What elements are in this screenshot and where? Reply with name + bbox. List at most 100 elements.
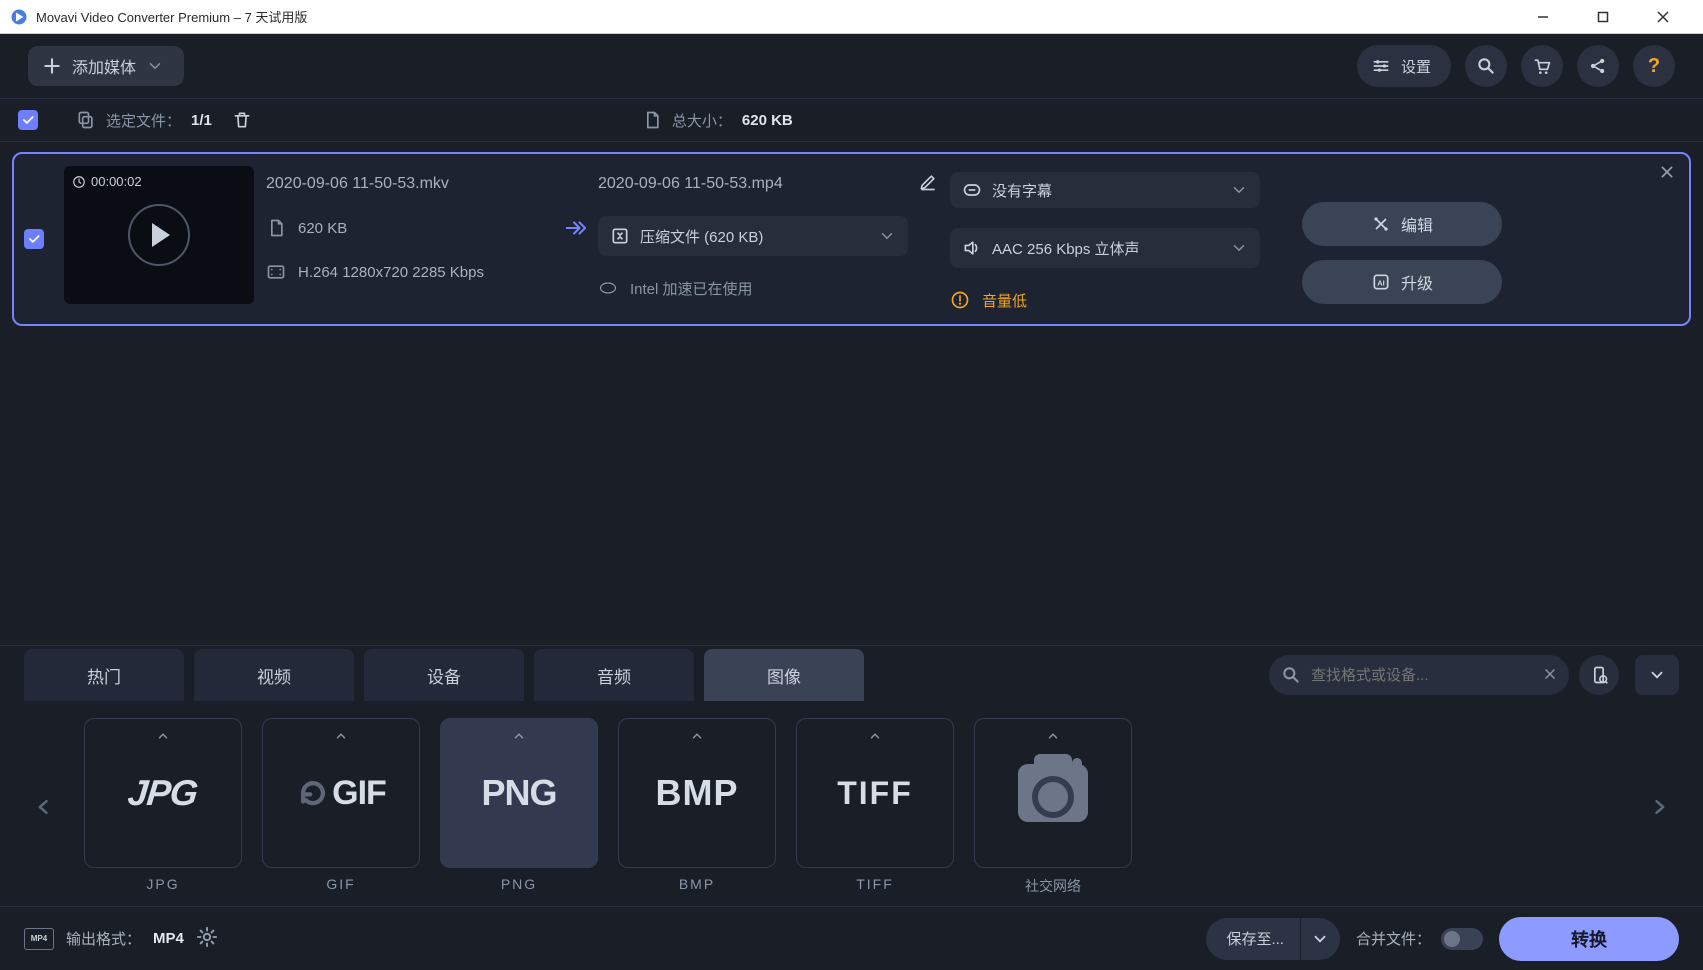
svg-text:AI: AI (1377, 278, 1385, 287)
delete-button[interactable] (226, 104, 258, 136)
format-jpg-card[interactable]: JPG (84, 718, 242, 868)
save-to-dropdown[interactable] (1300, 918, 1340, 960)
target-filename: 2020-09-06 11-50-53.mp4 (598, 175, 783, 193)
arrow-right-icon (564, 217, 586, 239)
share-icon (1588, 56, 1608, 76)
tab-device[interactable]: 设备 (364, 649, 524, 701)
remove-file-button[interactable] (1659, 164, 1675, 185)
selection-bar: 选定文件： 1/1 总大小： 620 KB (0, 98, 1703, 142)
format-caption: GIF (326, 876, 355, 892)
format-bmp-card[interactable]: BMP (618, 718, 776, 868)
convert-button[interactable]: 转换 (1499, 917, 1679, 961)
format-gif: GIF GIF (262, 718, 420, 896)
selected-files-value: 1/1 (191, 112, 212, 129)
selected-files-label: 选定文件： (106, 110, 181, 131)
chevron-down-icon (1648, 666, 1666, 684)
merge-toggle[interactable] (1441, 928, 1483, 950)
format-tabs: 热门 视频 设备 音频 图像 (0, 646, 1703, 704)
tab-image[interactable]: 图像 (704, 649, 864, 701)
chevron-up-icon (688, 729, 706, 748)
save-to-button[interactable]: 保存至... (1206, 918, 1340, 960)
window-close-button[interactable] (1633, 0, 1693, 34)
accel-label: Intel 加速已在使用 (630, 278, 753, 299)
file-item[interactable]: 00:00:02 2020-09-06 11-50-53.mkv 620 KB … (12, 152, 1691, 326)
save-to-label: 保存至... (1226, 928, 1284, 949)
format-gif-card[interactable]: GIF (262, 718, 420, 868)
video-thumbnail[interactable]: 00:00:02 (64, 166, 254, 304)
format-search[interactable] (1269, 655, 1569, 695)
upgrade-button[interactable]: AI 升级 (1302, 260, 1502, 304)
video-codec-icon (266, 262, 286, 282)
ai-icon: AI (1371, 272, 1391, 292)
format-tiff: TIFF TIFF (796, 718, 954, 896)
convert-label: 转换 (1571, 926, 1607, 952)
format-caption: PNG (501, 876, 537, 892)
output-format-value: MP4 (153, 930, 184, 947)
gear-icon (196, 926, 218, 948)
formats-prev-button[interactable] (24, 718, 64, 896)
chevron-down-icon (1230, 181, 1248, 199)
search-icon (1281, 665, 1301, 685)
compress-dropdown[interactable]: 压缩文件 (620 KB) (598, 216, 908, 256)
source-column: 2020-09-06 11-50-53.mkv 620 KB H.264 128… (266, 166, 586, 284)
title-bar: Movavi Video Converter Premium – 7 天试用版 (0, 0, 1703, 34)
sliders-icon (1371, 56, 1391, 76)
chevron-up-icon (332, 729, 350, 748)
chevron-right-icon (1649, 793, 1669, 821)
cart-button[interactable] (1521, 45, 1563, 87)
formats-next-button[interactable] (1639, 718, 1679, 896)
audio-column: 没有字幕 AAC 256 Kbps 立体声 音量低 (950, 166, 1290, 312)
edit-button[interactable]: 编辑 (1302, 202, 1502, 246)
file-checkbox[interactable] (24, 229, 44, 249)
copy-icon (76, 110, 96, 130)
format-label: JPG (126, 772, 199, 814)
source-size: 620 KB (298, 220, 347, 237)
audio-dropdown[interactable]: AAC 256 Kbps 立体声 (950, 228, 1260, 268)
source-filename: 2020-09-06 11-50-53.mkv (266, 175, 449, 193)
chevron-up-icon (866, 729, 884, 748)
collapse-formats-button[interactable] (1635, 655, 1679, 695)
output-format-icon: MP4 (24, 928, 54, 950)
file-list: 00:00:02 2020-09-06 11-50-53.mkv 620 KB … (0, 142, 1703, 338)
empty-area (0, 338, 1703, 645)
file-icon (266, 218, 286, 238)
format-label: TIFF (837, 775, 913, 812)
search-button[interactable] (1465, 45, 1507, 87)
chevron-down-icon (1230, 239, 1248, 257)
window-minimize-button[interactable] (1513, 0, 1573, 34)
tab-video[interactable]: 视频 (194, 649, 354, 701)
subtitle-icon (962, 180, 982, 200)
subtitle-label: 没有字幕 (992, 180, 1052, 201)
edit-label: 编辑 (1401, 212, 1433, 236)
add-media-button[interactable]: 添加媒体 (28, 46, 184, 86)
upgrade-label: 升级 (1401, 270, 1433, 294)
pencil-icon (918, 172, 938, 192)
formats-footer: 热门 视频 设备 音频 图像 (0, 645, 1703, 970)
format-social-card[interactable] (974, 718, 1132, 868)
play-button[interactable] (128, 204, 190, 266)
tab-popular[interactable]: 热门 (24, 649, 184, 701)
rename-button[interactable] (918, 172, 938, 196)
format-social: 社交网络 (974, 718, 1132, 896)
format-search-input[interactable] (1311, 667, 1533, 684)
close-icon (1543, 667, 1557, 681)
search-icon (1476, 56, 1496, 76)
compress-label: 压缩文件 (620 KB) (640, 226, 763, 247)
format-caption: BMP (679, 876, 715, 892)
format-jpg: JPG JPG (84, 718, 242, 896)
clear-search-button[interactable] (1543, 665, 1557, 686)
help-button[interactable]: ? (1633, 45, 1675, 87)
tools-icon (1371, 214, 1391, 234)
tab-audio[interactable]: 音频 (534, 649, 694, 701)
detect-device-button[interactable] (1579, 655, 1619, 695)
format-caption: JPG (146, 876, 179, 892)
subtitle-dropdown[interactable]: 没有字幕 (950, 172, 1260, 208)
settings-button[interactable]: 设置 (1357, 45, 1451, 87)
format-png-card[interactable]: PNG (440, 718, 598, 868)
select-all-checkbox[interactable] (18, 110, 38, 130)
window-maximize-button[interactable] (1573, 0, 1633, 34)
format-tiff-card[interactable]: TIFF (796, 718, 954, 868)
share-button[interactable] (1577, 45, 1619, 87)
output-settings-button[interactable] (196, 926, 218, 952)
intel-icon (598, 278, 618, 298)
